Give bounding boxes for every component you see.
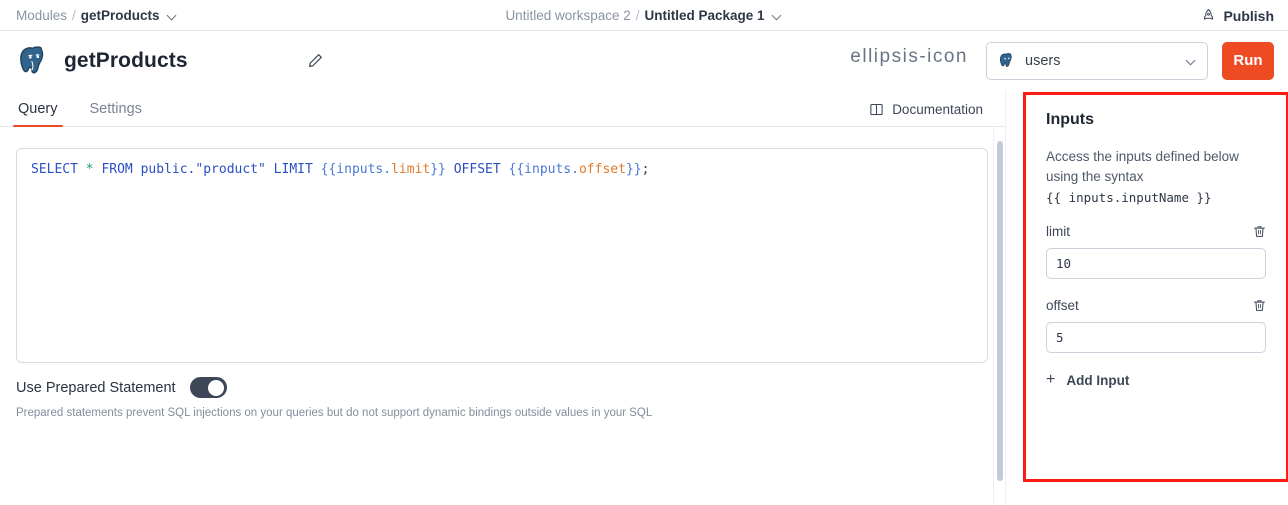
breadcrumb-workspace-link[interactable]: Untitled workspace 2 (505, 8, 630, 23)
more-options-button[interactable]: ellipsis-icon (846, 47, 972, 74)
main-content: Query Settings Documentation SELECT * FR… (0, 90, 1288, 505)
sql-code: SELECT * FROM public."product" LIMIT {{i… (31, 161, 973, 179)
chevron-down-icon-2[interactable] (772, 10, 783, 21)
input-value-limit[interactable]: 10 (1046, 248, 1266, 279)
sql-token: {{inputs. (508, 162, 579, 177)
chevron-down-icon[interactable] (167, 10, 178, 21)
breadcrumb-query-name[interactable]: getProducts (81, 8, 160, 23)
sql-token: limit (391, 162, 431, 177)
rocket-icon (1204, 9, 1214, 20)
input-field-name-2: offset (1046, 297, 1079, 313)
documentation-label: Documentation (892, 102, 983, 117)
tab-query[interactable]: Query (13, 101, 62, 127)
input-field-header: limit (1046, 222, 1268, 240)
breadcrumb-separator-2: / (635, 7, 640, 23)
sql-token: OFFSET (453, 162, 501, 177)
prepared-statement-toggle[interactable] (189, 377, 227, 398)
add-input-label: Add Input (1066, 372, 1130, 388)
breadcrumb-bar: Modules / getProducts Untitled workspace… (0, 0, 1288, 31)
breadcrumb-left: Modules / getProducts (16, 8, 178, 23)
postgresql-elephant-icon-small (999, 53, 1012, 67)
trash-icon-2 (1253, 299, 1265, 311)
input-value-offset[interactable]: 5 (1046, 322, 1266, 353)
prepared-statement-label: Use Prepared Statement (16, 379, 176, 396)
chevron-down-icon-resource (1186, 55, 1197, 66)
documentation-link[interactable]: Documentation (869, 102, 983, 117)
query-pane: Query Settings Documentation SELECT * FR… (0, 90, 1005, 505)
scrollbar-thumb[interactable] (997, 141, 1003, 481)
prepared-statement-help: Prepared statements prevent SQL injectio… (16, 407, 653, 419)
sql-token: "product" (195, 162, 266, 177)
breadcrumb-separator: / (72, 7, 76, 23)
inputs-description: Access the inputs defined below using th… (1046, 149, 1239, 184)
inputs-title: Inputs (1046, 111, 1094, 128)
input-field-offset: offset 5 (1046, 296, 1268, 353)
prepared-statement-row: Use Prepared Statement (16, 377, 989, 398)
prepared-statement-section: Use Prepared Statement Prepared statemen… (0, 363, 1005, 419)
breadcrumb-modules-link[interactable]: Modules (16, 8, 67, 23)
sql-token: }} (625, 162, 642, 177)
inputs-panel: Inputs Access the inputs defined below u… (1023, 92, 1288, 482)
sql-token: ; (641, 162, 650, 177)
input-field-name: limit (1046, 223, 1070, 239)
publish-button[interactable]: Publish (1201, 0, 1274, 31)
sql-token: SELECT (31, 162, 78, 177)
pencil-icon (309, 54, 323, 67)
trash-icon (1253, 225, 1265, 237)
sql-token: offset (578, 162, 626, 177)
edit-title-button[interactable] (304, 49, 328, 73)
book-icon (870, 103, 883, 116)
query-header: getProducts ellipsis-icon users Run (0, 31, 1288, 90)
tab-settings[interactable]: Settings (88, 101, 144, 126)
input-field-header-2: offset (1046, 296, 1268, 314)
inputs-syntax-example: {{ inputs.inputName }} (1046, 190, 1212, 205)
vertical-scrollbar[interactable] (993, 127, 1005, 505)
publish-label: Publish (1223, 7, 1274, 24)
sql-editor[interactable]: SELECT * FROM public."product" LIMIT {{i… (16, 148, 988, 363)
sql-token: }} (430, 162, 446, 177)
inputs-pane: Inputs Access the inputs defined below u… (1005, 90, 1288, 505)
postgresql-elephant-icon (20, 45, 44, 73)
sql-token: FROM (101, 162, 133, 177)
tab-bar: Query Settings Documentation (0, 90, 1005, 127)
header-actions: ellipsis-icon users Run (846, 41, 1274, 80)
breadcrumb-center: Untitled workspace 2 / Untitled Package … (0, 8, 1288, 23)
resource-select[interactable]: users (986, 41, 1208, 80)
add-input-button[interactable]: + Add Input (1046, 372, 1268, 388)
input-field-limit: limit 10 (1046, 222, 1268, 279)
delete-input-button-limit[interactable] (1250, 222, 1268, 240)
run-button[interactable]: Run (1222, 41, 1274, 80)
plus-icon: + (1046, 371, 1056, 388)
sql-token: {{inputs. (320, 162, 392, 177)
delete-input-button-offset[interactable] (1250, 296, 1268, 314)
breadcrumb-package-name[interactable]: Untitled Package 1 (645, 8, 765, 23)
sql-token: * (85, 162, 94, 177)
resource-select-value: users (1025, 52, 1061, 69)
page-title: getProducts (64, 48, 188, 72)
editor-container: SELECT * FROM public."product" LIMIT {{i… (0, 127, 1005, 363)
sql-token: public. (140, 162, 196, 177)
sql-token: LIMIT (273, 162, 313, 177)
